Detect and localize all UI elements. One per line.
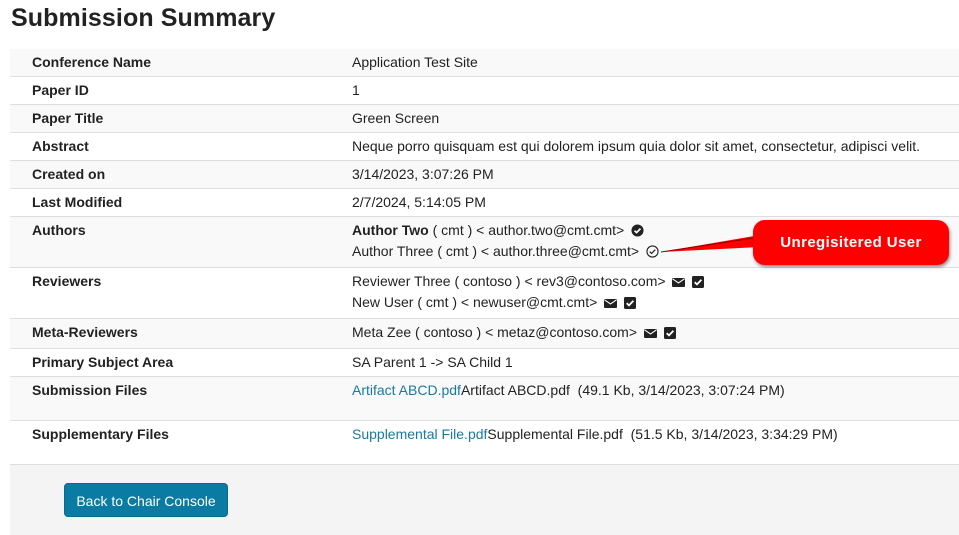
check-square-icon <box>663 327 676 342</box>
table-row-primary-subject-area: Primary Subject Area SA Parent 1 -> SA C… <box>10 348 959 377</box>
author-name: Author Three <box>352 243 434 259</box>
table-row-created-on: Created on 3/14/2023, 3:07:26 PM <box>10 160 959 189</box>
author-name: Author Two <box>352 222 429 238</box>
row-label: Submission Files <box>10 376 352 421</box>
row-label: Paper Title <box>10 104 352 133</box>
primary-subject-area-value: SA Parent 1 -> SA Child 1 <box>352 348 959 377</box>
row-label: Primary Subject Area <box>10 348 352 377</box>
row-label: Reviewers <box>10 267 352 319</box>
paper-title-value: Green Screen <box>352 104 959 133</box>
row-label: Last Modified <box>10 188 352 217</box>
table-row-last-modified: Last Modified 2/7/2024, 5:14:05 PM <box>10 188 959 217</box>
table-row-paper-id: Paper ID 1 <box>10 76 959 105</box>
row-label: Meta-Reviewers <box>10 318 352 349</box>
supplementary-file-link[interactable]: Supplemental File.pdf <box>352 426 487 442</box>
meta-reviewer-email: < metaz@contoso.com> <box>485 324 638 340</box>
table-row-paper-title: Paper Title Green Screen <box>10 104 959 133</box>
conference-name-value: Application Test Site <box>352 49 959 77</box>
abstract-value: Neque porro quisquam est qui dolorem ips… <box>352 132 959 161</box>
table-row-meta-reviewers: Meta-Reviewers Meta Zee ( contoso ) < me… <box>10 318 959 349</box>
last-modified-value: 2/7/2024, 5:14:05 PM <box>352 188 959 217</box>
meta-reviewer-item: Meta Zee ( contoso ) < metaz@contoso.com… <box>352 324 676 340</box>
row-label: Created on <box>10 160 352 189</box>
row-label: Conference Name <box>10 49 352 77</box>
submission-files-value: Artifact ABCD.pdfArtifact ABCD.pdf (49.1… <box>352 376 959 421</box>
reviewers-list: Reviewer Three ( contoso ) < rev3@contos… <box>352 267 959 319</box>
reviewer-email: < newuser@cmt.cmt> <box>460 294 598 310</box>
reviewer-org: ( cmt ) <box>417 294 458 310</box>
created-on-value: 3/14/2023, 3:07:26 PM <box>352 160 959 189</box>
author-org: ( cmt ) <box>437 243 478 259</box>
row-label: Paper ID <box>10 76 352 105</box>
reviewer-org: ( contoso ) <box>454 273 521 289</box>
check-square-icon <box>692 276 705 291</box>
reviewer-item: New User ( cmt ) < newuser@cmt.cmt> <box>352 295 951 310</box>
author-org: ( cmt ) <box>432 222 473 238</box>
table-row-submission-files: Submission Files Artifact ABCD.pdfArtifa… <box>10 376 959 421</box>
meta-reviewers-list: Meta Zee ( contoso ) < metaz@contoso.com… <box>352 318 959 349</box>
submission-file-name: Artifact ABCD.pdf <box>460 382 570 398</box>
meta-reviewer-org: ( contoso ) <box>415 324 482 340</box>
reviewer-item: Reviewer Three ( contoso ) < rev3@contos… <box>352 274 951 295</box>
table-row-supplementary-files: Supplementary Files Supplemental File.pd… <box>10 420 959 465</box>
submission-file-link[interactable]: Artifact ABCD.pdf <box>352 382 461 398</box>
table-row-conference-name: Conference Name Application Test Site <box>10 49 959 77</box>
envelope-icon[interactable] <box>604 297 618 312</box>
row-label: Abstract <box>10 132 352 161</box>
supplementary-files-value: Supplemental File.pdfSupplemental File.p… <box>352 420 959 465</box>
author-email: < author.three@cmt.cmt> <box>480 243 640 259</box>
paper-id-value: 1 <box>352 76 959 105</box>
back-to-chair-console-button[interactable]: Back to Chair Console <box>64 483 228 517</box>
row-label: Authors <box>10 216 352 268</box>
check-square-icon <box>624 297 637 312</box>
page-title: Submission Summary <box>11 4 276 32</box>
check-circle-outline-icon <box>646 245 659 261</box>
footer-bar: Back to Chair Console <box>10 464 959 535</box>
reviewer-email: < rev3@contoso.com> <box>524 273 666 289</box>
reviewer-name: Reviewer Three <box>352 273 451 289</box>
supplementary-file-meta: (51.5 Kb, 3/14/2023, 3:34:29 PM) <box>630 426 838 442</box>
envelope-icon[interactable] <box>643 327 657 342</box>
envelope-icon[interactable] <box>672 276 686 291</box>
row-label: Supplementary Files <box>10 420 352 465</box>
supplementary-file-name: Supplemental File.pdf <box>487 426 623 442</box>
table-row-reviewers: Reviewers Reviewer Three ( contoso ) < r… <box>10 267 959 319</box>
reviewer-name: New User <box>352 294 414 310</box>
author-email: < author.two@cmt.cmt> <box>476 222 625 238</box>
unregistered-user-callout: Unregisitered User <box>753 220 949 265</box>
check-circle-filled-icon <box>631 224 644 240</box>
meta-reviewer-name: Meta Zee <box>352 324 412 340</box>
submission-file-meta: (49.1 Kb, 3/14/2023, 3:07:24 PM) <box>577 382 785 398</box>
table-row-abstract: Abstract Neque porro quisquam est qui do… <box>10 132 959 161</box>
